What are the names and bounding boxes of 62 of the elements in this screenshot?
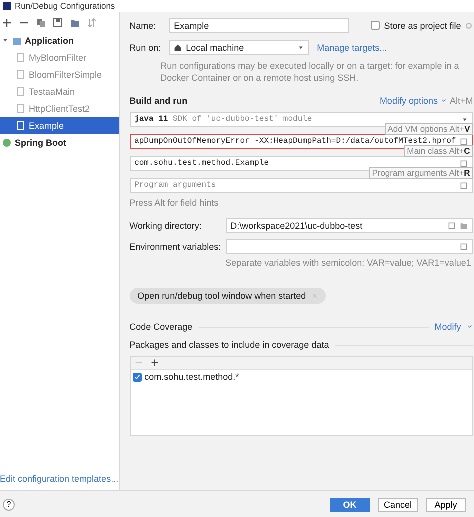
- expand-icon[interactable]: [460, 242, 468, 251]
- app-icon: [3, 2, 11, 10]
- tree-item[interactable]: HttpClientTest2: [0, 100, 119, 117]
- help-button[interactable]: ?: [3, 498, 15, 510]
- save-icon[interactable]: [53, 18, 63, 28]
- list-item[interactable]: com.sohu.test.method.*: [144, 372, 240, 382]
- input-field[interactable]: apDumpOnOutOfMemoryError -XX:HeapDumpPath=D:/data/outofMTest2.hprof: [130, 134, 474, 150]
- expand-icon[interactable]: [460, 182, 468, 190]
- expand-icon[interactable]: [460, 160, 468, 168]
- working-directory-field[interactable]: D:\workspace2021\uc-dubbo-test: [226, 218, 474, 234]
- tooltip: Main class Alt+C: [404, 145, 474, 158]
- modify-link[interactable]: Modify: [434, 322, 462, 332]
- tree-item[interactable]: Application: [0, 32, 119, 49]
- tree-item[interactable]: BloomFilterSimple: [0, 66, 119, 83]
- copy-icon[interactable]: [36, 18, 46, 28]
- chevron-icon[interactable]: [467, 324, 474, 330]
- close-icon[interactable]: [312, 293, 318, 300]
- tree-item[interactable]: TestaaMain: [0, 83, 119, 100]
- hint-text: Press Alt for field hints: [130, 198, 220, 208]
- run-on-dropdown[interactable]: Local machine: [169, 40, 310, 55]
- dropdown-arrow-icon[interactable]: [462, 116, 468, 123]
- tree-item[interactable]: MyBloomFilter: [0, 49, 119, 66]
- dialog-button[interactable]: OK: [330, 498, 370, 512]
- input-field[interactable]: com.sohu.test.method.Example: [130, 156, 474, 172]
- expand-icon[interactable]: [460, 138, 468, 146]
- add-icon[interactable]: [2, 18, 12, 28]
- environment-variables-field[interactable]: [226, 239, 474, 254]
- caret-icon[interactable]: [2, 37, 9, 44]
- checkbox[interactable]: [132, 372, 142, 382]
- dialog-button[interactable]: Cancel: [378, 498, 418, 512]
- option-chip[interactable]: Open run/debug tool window when started: [130, 288, 326, 304]
- section-title: Packages and classes to include in coverage data: [130, 340, 330, 350]
- environment-variables-label: Environment variables:: [130, 242, 218, 252]
- sort-icon[interactable]: [87, 18, 97, 28]
- dropdown-arrow-icon[interactable]: [298, 44, 304, 50]
- chevron-icon[interactable]: [440, 98, 447, 104]
- tree-item[interactable]: Spring Boot: [0, 134, 119, 151]
- add-icon[interactable]: [150, 359, 159, 368]
- sdk-dropdown[interactable]: java 11 SDK of 'uc-dubbo-test' module: [130, 112, 474, 128]
- tooltip: Program arguments Alt+R: [369, 167, 474, 180]
- window-title: Run/Debug Configurations: [15, 1, 116, 11]
- dialog-button[interactable]: Apply: [426, 498, 466, 512]
- working-directory-label: Working directory:: [130, 220, 203, 231]
- input-field[interactable]: Program arguments: [130, 178, 474, 194]
- tooltip: Add VM options Alt+V: [384, 123, 474, 136]
- manage-targets-link[interactable]: Manage targets...: [317, 42, 388, 52]
- section-title: Build and run: [130, 96, 188, 106]
- store-label: Store as project file: [384, 20, 462, 30]
- store-checkbox[interactable]: [371, 21, 380, 30]
- name-field[interactable]: Example: [169, 18, 350, 33]
- name-label: Name:: [130, 20, 156, 30]
- tree-item[interactable]: Example: [0, 117, 119, 134]
- modify-options-link[interactable]: Modify options: [380, 96, 438, 106]
- shortcut-text: Alt+M: [450, 96, 474, 106]
- home-icon[interactable]: [174, 44, 182, 52]
- hint-text: Separate variables with semicolon: VAR=value; VAR1=value1: [224, 258, 472, 268]
- description-text: Run configurations may be executed locally or on a target: for example in a Docker Container or on a remote host using SSH.: [160, 60, 460, 84]
- section-title: Code Coverage: [130, 322, 193, 332]
- expand-icon[interactable]: [448, 222, 456, 230]
- leaf-icon[interactable]: [2, 138, 12, 148]
- edit-templates-link[interactable]: Edit configuration templates...: [0, 474, 119, 490]
- run-on-label: Run on:: [130, 42, 162, 52]
